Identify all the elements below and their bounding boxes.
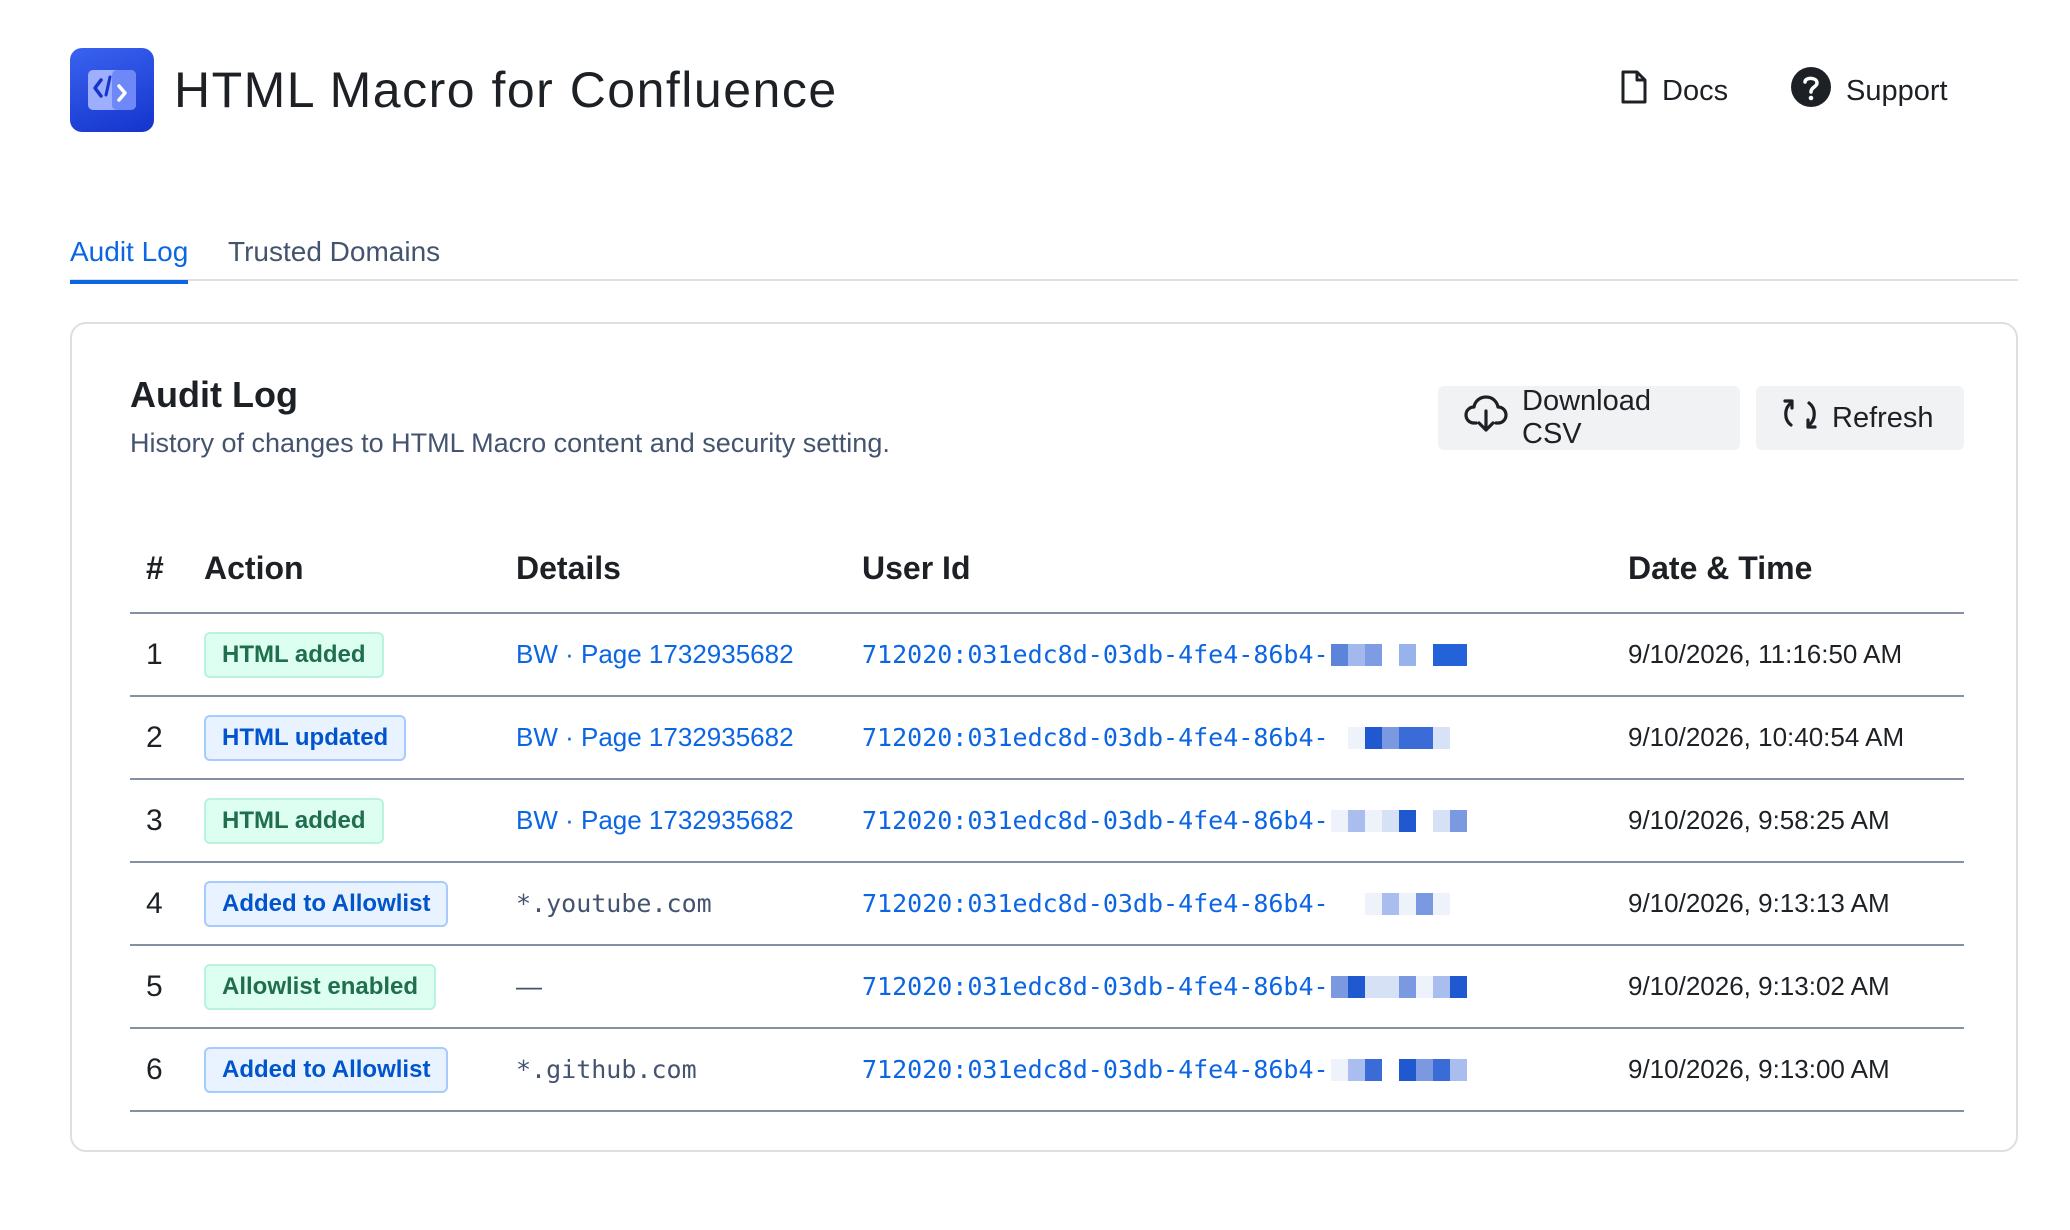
date-time: 9/10/2026, 9:13:00 AM <box>1628 1054 1890 1084</box>
app-header: HTML Macro for Confluence Docs Support <box>70 48 2000 132</box>
user-id-link[interactable]: 712020:031edc8d-03db-4fe4-86b4- <box>862 889 1329 918</box>
user-id-link[interactable]: 712020:031edc8d-03db-4fe4-86b4- <box>862 640 1329 669</box>
user-id-link[interactable]: 712020:031edc8d-03db-4fe4-86b4- <box>862 723 1329 752</box>
page-link[interactable]: BW · Page 1732935682 <box>516 722 794 753</box>
app-root: HTML Macro for Confluence Docs Support A… <box>0 0 2070 1230</box>
row-number: 3 <box>146 803 163 837</box>
action-badge: HTML updated <box>204 714 407 761</box>
action-badge: Allowlist enabled <box>204 963 437 1010</box>
table-row: 3 HTML added BW · Page 1732935682 712020… <box>130 780 1964 863</box>
refresh-button[interactable]: Refresh <box>1756 386 1964 450</box>
domain-pattern: *.github.com <box>516 1055 697 1084</box>
row-number: 4 <box>146 886 163 920</box>
redacted-user-id <box>1330 726 1467 749</box>
docs-link[interactable]: Docs <box>1620 68 1728 114</box>
date-time: 9/10/2026, 10:40:54 AM <box>1628 722 1905 752</box>
cloud-download-icon <box>1464 395 1508 441</box>
row-number: 1 <box>146 637 163 671</box>
redacted-user-id <box>1330 1058 1467 1081</box>
user-id-link[interactable]: 712020:031edc8d-03db-4fe4-86b4- <box>862 806 1329 835</box>
column-header-date-time: Date & Time <box>1628 550 1813 586</box>
details-empty: — <box>516 971 542 1001</box>
table-row: 4 Added to Allowlist *.youtube.com 71202… <box>130 863 1964 946</box>
redacted-user-id <box>1330 975 1467 998</box>
action-badge: HTML added <box>204 631 384 678</box>
refresh-label: Refresh <box>1832 401 1934 434</box>
redacted-user-id <box>1330 809 1467 832</box>
refresh-icon <box>1782 395 1818 441</box>
support-link[interactable]: Support <box>1790 66 1948 116</box>
tab-audit-log[interactable]: Audit Log <box>70 234 189 284</box>
column-header-number: # <box>146 550 164 586</box>
support-label: Support <box>1846 74 1948 107</box>
date-time: 9/10/2026, 9:58:25 AM <box>1628 805 1890 835</box>
download-csv-label: Download CSV <box>1522 385 1651 450</box>
date-time: 9/10/2026, 9:13:02 AM <box>1628 971 1890 1001</box>
table-row: 2 HTML updated BW · Page 1732935682 7120… <box>130 697 1964 780</box>
docs-label: Docs <box>1662 74 1729 107</box>
page-link[interactable]: BW · Page 1732935682 <box>516 805 794 836</box>
row-number: 2 <box>146 720 163 754</box>
tab-trusted-domains[interactable]: Trusted Domains <box>228 234 440 280</box>
column-header-user-id: User Id <box>862 550 971 586</box>
row-number: 5 <box>146 969 163 1003</box>
table-row: 5 Allowlist enabled — 712020:031edc8d-03… <box>130 946 1964 1029</box>
redacted-user-id <box>1330 643 1467 666</box>
table-row: 6 Added to Allowlist *.github.com 712020… <box>130 1029 1964 1112</box>
card-title: Audit Log <box>130 374 298 415</box>
tab-bar: Audit Log Trusted Domains <box>70 228 2018 284</box>
column-header-action: Action <box>204 550 304 586</box>
help-circle-icon <box>1790 66 1832 116</box>
document-icon <box>1620 69 1648 113</box>
page-link[interactable]: BW · Page 1732935682 <box>516 639 794 670</box>
row-number: 6 <box>146 1052 163 1086</box>
user-id-link[interactable]: 712020:031edc8d-03db-4fe4-86b4- <box>862 972 1329 1001</box>
card-subtitle: History of changes to HTML Macro content… <box>130 428 890 458</box>
audit-log-table: # Action Details User Id Date & Time 1 H… <box>130 530 1964 1112</box>
action-badge: Added to Allowlist <box>204 1046 449 1093</box>
redacted-user-id <box>1330 892 1467 915</box>
audit-log-card: Audit Log History of changes to HTML Mac… <box>70 322 2018 1152</box>
date-time: 9/10/2026, 9:13:13 AM <box>1628 888 1890 918</box>
download-csv-button[interactable]: Download CSV <box>1438 385 1740 450</box>
user-id-link[interactable]: 712020:031edc8d-03db-4fe4-86b4- <box>862 1055 1329 1084</box>
date-time: 9/10/2026, 11:16:50 AM <box>1628 639 1903 669</box>
code-brackets-icon <box>70 48 154 132</box>
table-header: # Action Details User Id Date & Time <box>130 530 1964 614</box>
table-row: 1 HTML added BW · Page 1732935682 712020… <box>130 614 1964 697</box>
action-badge: HTML added <box>204 797 384 844</box>
app-title: HTML Macro for Confluence <box>174 62 838 118</box>
column-header-details: Details <box>516 550 621 586</box>
action-badge: Added to Allowlist <box>204 880 449 927</box>
domain-pattern: *.youtube.com <box>516 889 712 918</box>
